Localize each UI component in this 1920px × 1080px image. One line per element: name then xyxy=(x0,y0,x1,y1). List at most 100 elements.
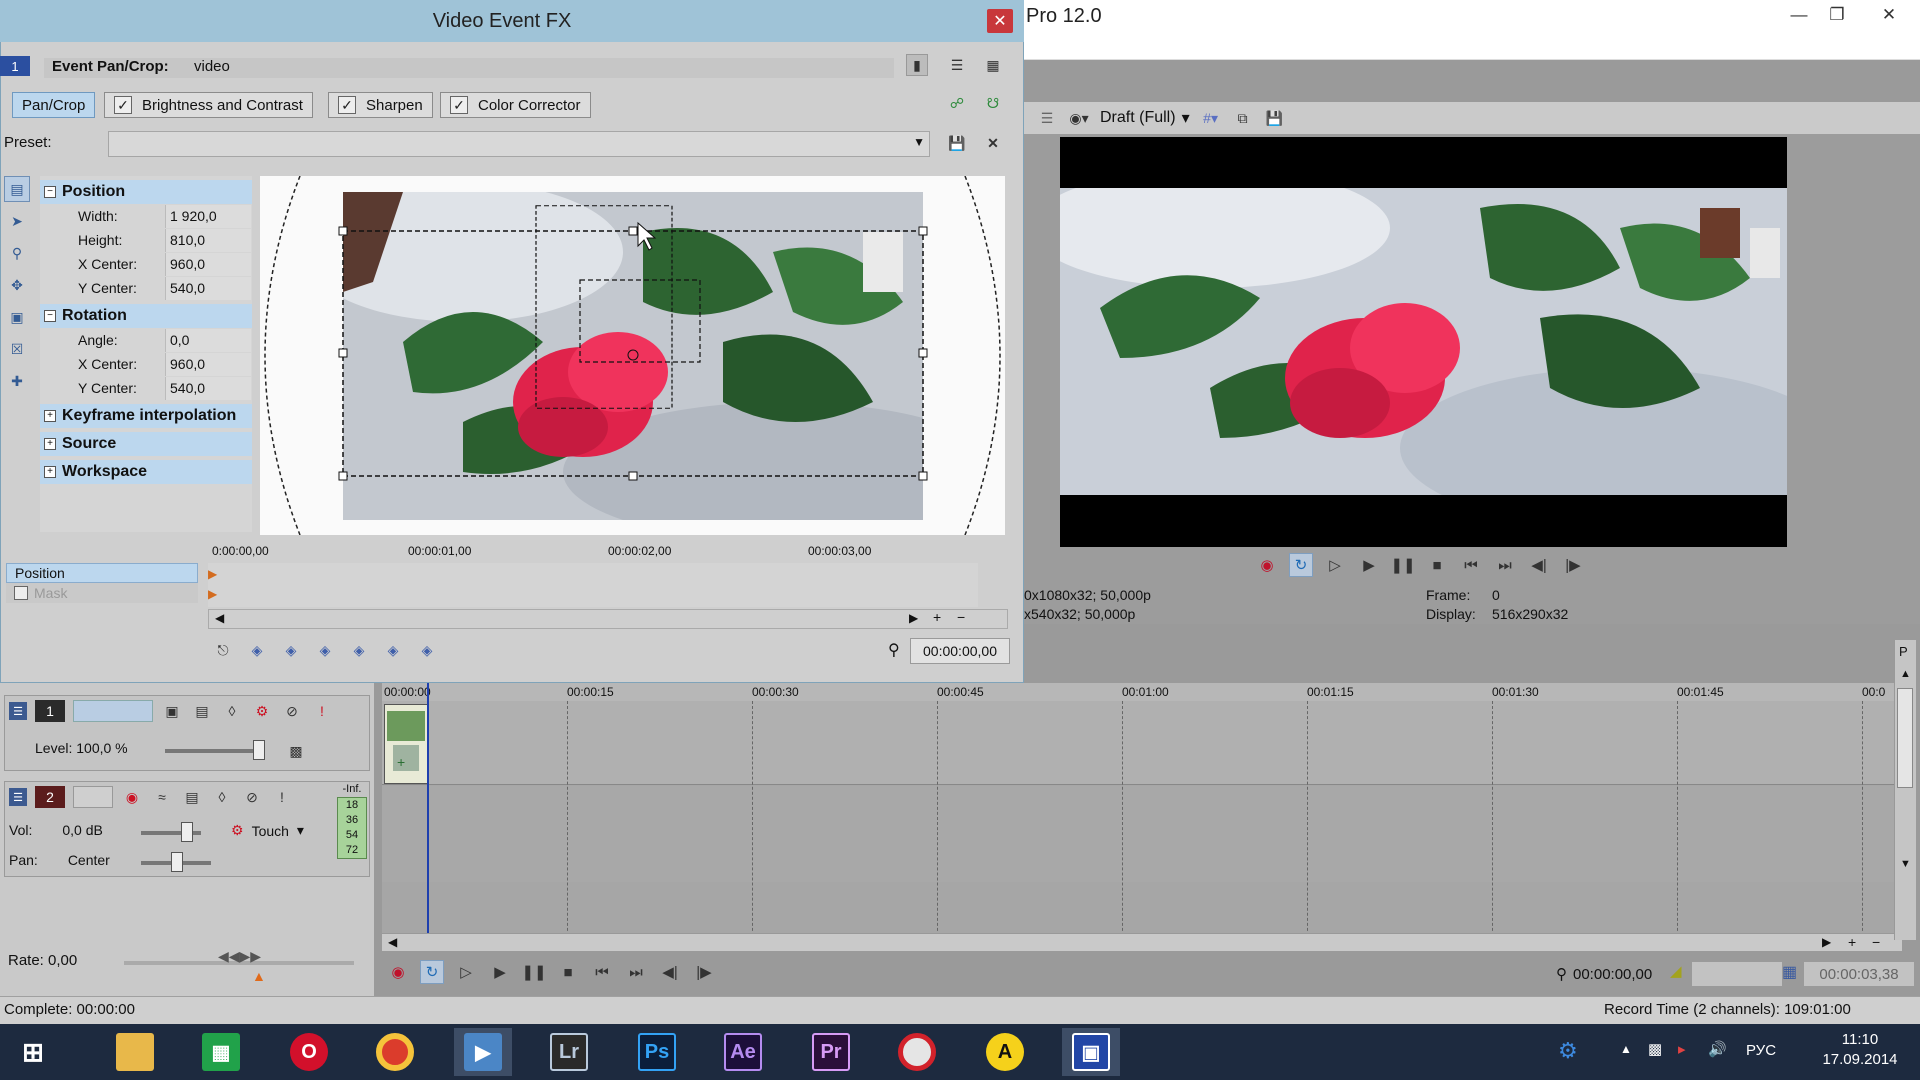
minimize-icon[interactable]: — xyxy=(1778,0,1820,30)
compositing-icon[interactable]: ◊ xyxy=(221,700,243,722)
plugin-enable-checkbox[interactable]: ✓ xyxy=(338,96,356,114)
solo-icon[interactable]: ! xyxy=(271,786,293,808)
save-snapshot-icon[interactable]: 💾 xyxy=(1264,107,1286,129)
volume-icon[interactable]: 🔊 xyxy=(1708,1040,1727,1058)
video-clip[interactable]: + xyxy=(384,704,428,784)
source-group[interactable]: + Source xyxy=(40,432,252,456)
property-value[interactable]: 810,0 xyxy=(165,228,251,252)
plugin-enable-checkbox[interactable]: ✓ xyxy=(450,96,468,114)
preset-dropdown[interactable]: ▼ xyxy=(108,131,930,157)
go-to-start-icon[interactable]: ⏮ xyxy=(590,960,614,984)
plugin-tab-sharpen[interactable]: ✓ Sharpen xyxy=(328,92,433,118)
collapse-icon[interactable]: − xyxy=(44,310,56,322)
preview-settings-icon[interactable]: ◉▾ xyxy=(1068,107,1090,129)
position-group[interactable]: − Position xyxy=(40,180,252,204)
end-time[interactable]: 00:00:03,38 xyxy=(1804,962,1914,986)
cursor-position[interactable]: ⚲ 00:00:00,00 xyxy=(1556,962,1676,986)
zoom-tool-icon[interactable]: ⚲ xyxy=(4,240,30,266)
zoom-in-icon[interactable]: + xyxy=(1848,934,1856,950)
split-icon[interactable]: ☰ xyxy=(1036,107,1058,129)
mask-checkbox[interactable] xyxy=(14,586,28,600)
view-single-icon[interactable]: ▮ xyxy=(906,54,928,76)
opera-icon[interactable]: O xyxy=(280,1028,338,1076)
view-list-icon[interactable]: ☰ xyxy=(946,54,968,76)
remove-plugin-icon[interactable]: ☋ xyxy=(982,92,1004,114)
plugin-chain-icon[interactable]: ☍ xyxy=(946,92,968,114)
volume-slider-thumb[interactable] xyxy=(181,822,193,842)
last-keyframe-icon[interactable]: ◈ xyxy=(348,639,370,661)
timeline-scrollbar[interactable]: ◀ ▶ + − xyxy=(382,933,1902,951)
lightroom-icon[interactable]: Lr xyxy=(540,1028,598,1076)
height-property[interactable]: Height: 810,0 xyxy=(40,228,252,252)
enable-rotation-icon[interactable]: ▣ xyxy=(4,304,30,330)
update-notification-icon[interactable]: ⚙ xyxy=(1558,1038,1578,1064)
property-value[interactable]: 540,0 xyxy=(165,376,251,400)
prev-frame-icon[interactable]: ◀| xyxy=(1527,553,1551,577)
plugin-tab-pan-crop[interactable]: Pan/Crop xyxy=(12,92,96,118)
restore-icon[interactable]: ❐ xyxy=(1816,0,1858,30)
play-from-start-icon[interactable]: ▷ xyxy=(1323,553,1347,577)
expand-icon[interactable]: + xyxy=(44,410,56,422)
track-menu-icon[interactable]: ☰ xyxy=(9,788,27,806)
close-icon[interactable]: ✕ xyxy=(1868,0,1910,30)
after-effects-icon[interactable]: Ae xyxy=(714,1028,772,1076)
chevron-down-icon[interactable]: ▾ xyxy=(297,822,304,839)
track-fx-icon[interactable]: ▤ xyxy=(181,786,203,808)
go-to-start-icon[interactable]: ⏮ xyxy=(1459,553,1483,577)
photoshop-icon[interactable]: Ps xyxy=(628,1028,686,1076)
next-frame-icon[interactable]: |▶ xyxy=(692,960,716,984)
save-preset-icon[interactable]: 💾 xyxy=(946,132,968,154)
property-value[interactable]: 540,0 xyxy=(165,276,251,300)
preview-quality-select[interactable]: Draft (Full) ▾ xyxy=(1100,108,1190,128)
crop-frame[interactable] xyxy=(342,230,924,477)
vegas-icon[interactable]: ▶ xyxy=(454,1028,512,1076)
keyframe-row-position[interactable]: Position xyxy=(6,563,198,583)
center-handle[interactable] xyxy=(627,349,639,361)
playhead[interactable] xyxy=(427,683,429,945)
pan-slider-thumb[interactable] xyxy=(171,852,183,872)
level-slider-thumb[interactable] xyxy=(253,740,265,760)
media-app-icon[interactable] xyxy=(888,1028,946,1076)
scroll-right-icon[interactable]: ▶ xyxy=(1822,935,1831,949)
crop-overlay[interactable] xyxy=(260,176,1005,535)
property-value[interactable]: 960,0 xyxy=(165,252,251,276)
device-icon[interactable]: ▩ xyxy=(1648,1040,1662,1058)
automation-mode[interactable]: Touch xyxy=(252,823,289,839)
prev-frame-icon[interactable]: ◀| xyxy=(658,960,682,984)
chrome-icon[interactable] xyxy=(366,1028,424,1076)
show-hidden-icons-icon[interactable]: ▲ xyxy=(1620,1042,1632,1056)
level-slider[interactable] xyxy=(165,749,265,753)
solo-icon[interactable]: ! xyxy=(311,700,333,722)
workspace-group[interactable]: + Workspace xyxy=(40,460,252,484)
delete-keyframe-icon[interactable]: ◈ xyxy=(416,639,438,661)
move-tool-icon[interactable]: ✥ xyxy=(4,272,30,298)
vertical-scrollbar[interactable]: P ▲ ▼ xyxy=(1894,640,1916,940)
property-value[interactable]: 960,0 xyxy=(165,352,251,376)
timeline-ruler[interactable]: 00:00:00 00:00:15 00:00:30 00:00:45 00:0… xyxy=(382,683,1902,941)
mute-icon[interactable]: ⊘ xyxy=(241,786,263,808)
width-property[interactable]: Width: 1 920,0 xyxy=(40,204,252,228)
loop-icon[interactable]: ↻ xyxy=(1289,553,1313,577)
arm-record-icon[interactable]: ◉ xyxy=(121,786,143,808)
toggle-icon[interactable]: P xyxy=(1899,644,1908,659)
track-menu-icon[interactable]: ☰ xyxy=(9,702,27,720)
screen-capture-icon[interactable]: ▣ xyxy=(1062,1028,1120,1076)
file-explorer-icon[interactable] xyxy=(106,1028,164,1076)
collapse-icon[interactable]: − xyxy=(44,186,56,198)
snap-to-grid-icon[interactable]: ☒ xyxy=(4,336,30,362)
rate-slider-handle[interactable]: ◀◀▶▶ xyxy=(218,948,261,965)
add-keyframe-icon[interactable]: ◈ xyxy=(382,639,404,661)
prev-keyframe-icon[interactable]: ◈ xyxy=(280,639,302,661)
keyframe-interpolation-group[interactable]: + Keyframe interpolation xyxy=(40,404,252,428)
track-name-field[interactable] xyxy=(73,700,153,722)
automation-icon[interactable]: ⚙ xyxy=(231,822,244,839)
pause-icon[interactable]: ❚❚ xyxy=(1390,553,1415,577)
x-center-property[interactable]: X Center: 960,0 xyxy=(40,252,252,276)
plugin-enable-checkbox[interactable]: ✓ xyxy=(114,96,132,114)
plugin-tab-color-corrector[interactable]: ✓ Color Corrector xyxy=(440,92,591,118)
sync-cursor-icon[interactable]: ⎋ xyxy=(212,639,234,661)
stop-icon[interactable]: ■ xyxy=(556,960,580,984)
keyframe-row-mask[interactable]: Mask xyxy=(6,583,198,603)
delete-preset-icon[interactable]: ✕ xyxy=(982,132,1004,154)
clock[interactable]: 11:10 17.09.2014 xyxy=(1810,1030,1910,1070)
